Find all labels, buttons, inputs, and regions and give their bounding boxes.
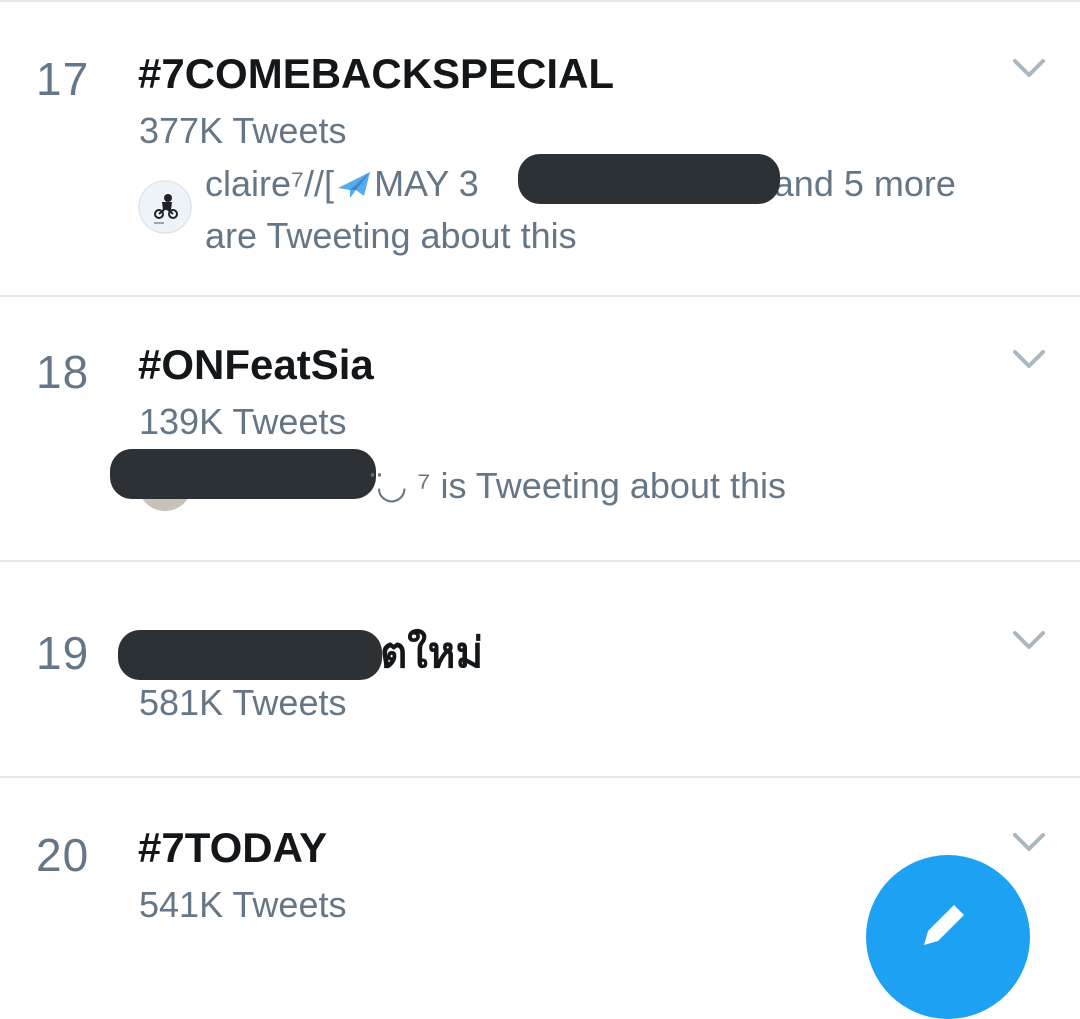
redaction-bar: [518, 154, 780, 204]
trend-item-17[interactable]: 17 #7COMEBACKSPECIAL 377K Tweets claire⁷…: [0, 2, 1080, 297]
context-tweeting-text: are Tweeting about this: [205, 215, 577, 256]
chevron-down-icon[interactable]: [1012, 630, 1046, 650]
tweet-count: 581K Tweets: [139, 682, 347, 723]
tweet-count: 541K Tweets: [139, 884, 347, 925]
trend-title[interactable]: #7COMEBACKSPECIAL: [138, 50, 614, 98]
context-tweeting-text: ̈◡ ⁷ is Tweeting about this: [376, 465, 786, 506]
trend-rank: 19: [36, 627, 90, 679]
context-user-handle: MAY 3: [374, 163, 479, 204]
trend-title[interactable]: #ONFeatSia: [138, 341, 374, 389]
context-more: , and 5 more: [753, 163, 956, 204]
airplane-icon: [334, 164, 374, 200]
trend-item-18[interactable]: 18 #ONFeatSia 139K Tweets ̈◡ ⁷ is Tweeti…: [0, 297, 1080, 562]
avatar-image: [138, 180, 192, 234]
chevron-down-icon[interactable]: [1012, 58, 1046, 78]
compose-tweet-icon: [924, 905, 964, 945]
redaction-bar: [118, 630, 382, 680]
trend-title[interactable]: #7TODAY: [138, 824, 327, 872]
tweet-count: 139K Tweets: [139, 401, 347, 442]
trend-rank: 20: [36, 829, 90, 881]
trend-title[interactable]: ตใหม่: [380, 620, 483, 686]
trend-context: ̈◡ ⁷ is Tweeting about this: [376, 460, 786, 512]
avatar[interactable]: [138, 180, 192, 234]
redaction-bar: [110, 449, 376, 499]
trend-rank: 17: [36, 53, 90, 105]
chevron-down-icon[interactable]: [1012, 349, 1046, 369]
trend-item-19[interactable]: 19 ตใหม่ 581K Tweets: [0, 562, 1080, 778]
chevron-down-icon[interactable]: [1012, 832, 1046, 852]
trend-rank: 18: [36, 346, 90, 398]
context-user-name: claire⁷//[: [205, 163, 335, 204]
tweet-count: 377K Tweets: [139, 110, 347, 151]
compose-tweet-button[interactable]: [866, 855, 1030, 1019]
